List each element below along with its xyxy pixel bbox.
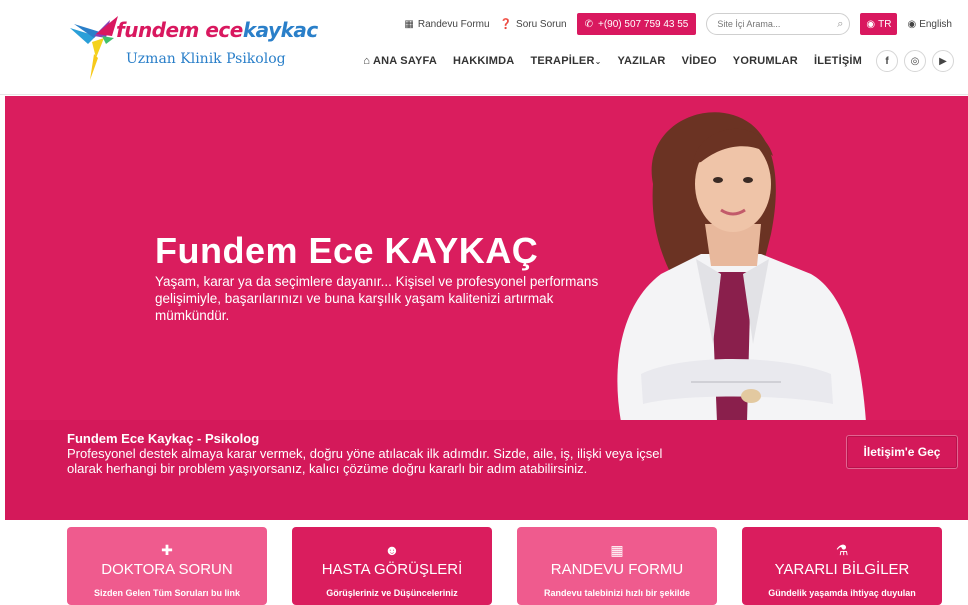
question-icon: ❓ [499,18,513,30]
hero-name: Fundem Ece KAYKAÇ [155,230,539,271]
card-description: Görüşleriniz ve Düşünceleriniz [326,588,458,598]
calendar-icon: ▦ [610,542,624,558]
social-links: f ◎ ▶ [876,50,954,72]
logo-title: fundem ecekaykac [116,18,318,42]
language-en-link[interactable]: ◉ English [907,19,952,30]
phone-icon: ✆ [584,18,594,30]
card-ask-doctor[interactable]: ✚ DOKTORA SORUN Sizden Gelen Tüm Sorular… [67,527,267,605]
language-en-label: English [919,18,952,30]
card-title: DOKTORA SORUN [101,561,233,578]
top-bar: ▦ Randevu Formu ❓ Soru Sorun ✆ +(90) 507… [404,12,952,36]
ask-question-label: Soru Sorun [516,18,567,30]
nav-home[interactable]: ⌂ ANA SAYFA [363,55,437,67]
language-tr-label: TR [878,18,892,30]
youtube-icon[interactable]: ▶ [932,50,954,72]
logo-subtitle: Uzman Klinik Psikolog [126,51,286,67]
facebook-icon[interactable]: f [876,50,898,72]
flask-icon: ⚗ [835,542,849,558]
search-box: ⌕ [706,13,851,35]
band-title: Fundem Ece Kaykaç - Psikolog [67,431,260,446]
card-title: HASTA GÖRÜŞLERİ [321,561,463,578]
user-icon: ☻ [384,542,400,558]
nav-about[interactable]: HAKKIMDA [453,55,514,67]
card-title: RANDEVU FORMU [550,561,684,578]
band-description: Profesyonel destek almaya karar vermek, … [67,446,663,476]
calendar-icon: ▦ [404,18,414,30]
hero-description: Yaşam, karar ya da seçimlere dayanır... … [155,274,599,323]
hero-section: Fundem Ece KAYKAÇ Yaşam, karar ya da seç… [5,96,968,520]
card-description: Sizden Gelen Tüm Soruları bu link [93,588,241,598]
ask-question-link[interactable]: ❓ Soru Sorun [500,19,567,30]
nav-video[interactable]: VİDEO [682,55,717,67]
home-icon: ⌂ [363,55,371,67]
card-description: Randevu talebinizi hızlı bir şekilde [543,588,691,598]
card-description: Gündelik yaşamda ihtiyaç duyulan [768,588,916,598]
card-appointment-form[interactable]: ▦ RANDEVU FORMU Randevu talebinizi hızlı… [517,527,717,605]
site-logo[interactable]: fundem ecekaykac Uzman Klinik Psikolog [66,14,318,82]
medkit-icon: ✚ [161,542,173,558]
nav-posts[interactable]: YAZILAR [618,55,666,67]
main-nav: ⌂ ANA SAYFA HAKKIMDA TERAPİLER⌄ YAZILAR … [363,49,954,73]
search-icon[interactable]: ⌕ [837,18,843,31]
nav-home-label: ANA SAYFA [373,55,437,67]
nav-therapies[interactable]: TERAPİLER⌄ [530,55,601,67]
language-tr-button[interactable]: ◉ TR [860,13,898,35]
card-title: YARARLI BİLGİLER [774,561,910,578]
appointment-label: Randevu Formu [417,18,490,30]
phone-button[interactable]: ✆ +(90) 507 759 43 55 [576,13,697,35]
contact-button[interactable]: İletişim'e Geç [846,435,958,469]
nav-contact[interactable]: İLETİŞİM [814,55,862,67]
search-input[interactable] [717,19,838,29]
phone-number: +(90) 507 759 43 55 [598,18,689,30]
portrait-image [617,112,866,422]
feature-cards: ✚ DOKTORA SORUN Sizden Gelen Tüm Sorular… [0,527,968,605]
site-header: fundem ecekaykac Uzman Klinik Psikolog ▦… [0,0,968,95]
globe-icon: ◉ [866,18,876,30]
chevron-down-icon: ⌄ [594,57,602,66]
appointment-link[interactable]: ▦ Randevu Formu [404,19,489,30]
instagram-icon[interactable]: ◎ [904,50,926,72]
card-patient-reviews[interactable]: ☻ HASTA GÖRÜŞLERİ Görüşleriniz ve Düşünc… [292,527,492,605]
globe-icon: ◉ [907,18,917,30]
nav-therapies-label: TERAPİLER [530,55,595,67]
nav-comments[interactable]: YORUMLAR [733,55,798,67]
card-useful-info[interactable]: ⚗ YARARLI BİLGİLER Gündelik yaşamda ihti… [742,527,942,605]
